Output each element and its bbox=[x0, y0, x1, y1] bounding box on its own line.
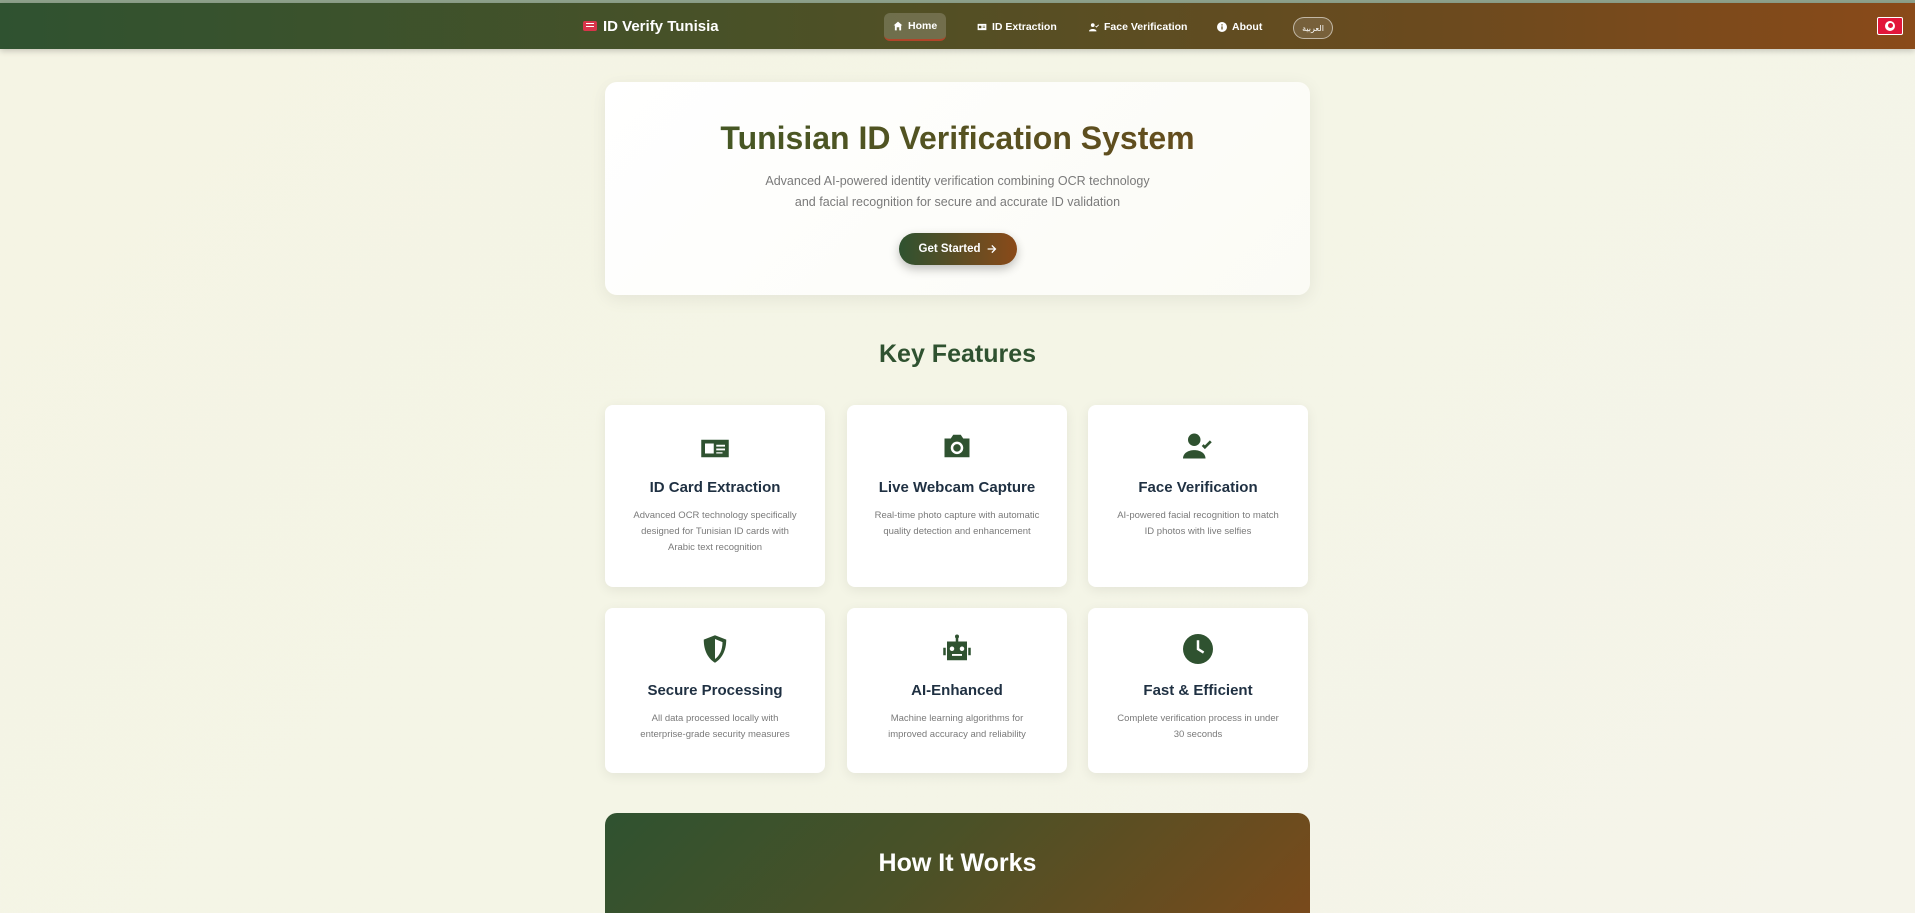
hero-subtitle-line1: Advanced AI-powered identity verificatio… bbox=[765, 174, 1150, 188]
robot-icon bbox=[943, 634, 971, 661]
feature-title: Face Verification bbox=[1138, 479, 1258, 496]
feature-card-fast: Fast & Efficient Complete verification p… bbox=[1088, 608, 1308, 773]
key-features-title: Key Features bbox=[878, 340, 1037, 368]
feature-description: Machine learning algorithms for improved… bbox=[867, 711, 1047, 743]
feature-desc-line: Machine learning algorithms for bbox=[890, 713, 1024, 724]
feature-description: All data processed locally with enterpri… bbox=[625, 711, 805, 743]
hero-subtitle: Advanced AI-powered identity verificatio… bbox=[605, 171, 1310, 213]
feature-card-secure: Secure Processing All data processed loc… bbox=[605, 608, 825, 773]
feature-desc-line: All data processed locally with bbox=[651, 713, 779, 724]
get-started-label: Get Started bbox=[918, 243, 981, 255]
feature-title: AI-Enhanced bbox=[911, 682, 1003, 699]
how-it-works-title: How It Works bbox=[878, 849, 1037, 877]
id-card-icon bbox=[583, 21, 597, 31]
how-it-works-section: How It Works bbox=[605, 813, 1310, 913]
home-icon bbox=[893, 21, 903, 31]
nav-home[interactable]: Home bbox=[884, 13, 947, 41]
tunisia-flag-icon[interactable] bbox=[1877, 17, 1903, 35]
nav-about-label: About bbox=[1232, 21, 1263, 33]
feature-desc-line: Arabic text recognition bbox=[668, 542, 762, 553]
feature-card-webcam: Live Webcam Capture Real-time photo capt… bbox=[847, 405, 1067, 587]
get-started-button[interactable]: Get Started bbox=[898, 233, 1017, 265]
language-toggle-button[interactable]: العربية bbox=[1293, 17, 1333, 39]
feature-desc-line: Complete verification process in under bbox=[1117, 713, 1279, 724]
feature-desc-line: 30 seconds bbox=[1173, 729, 1223, 740]
feature-desc-line: Advanced OCR technology specifically bbox=[633, 510, 797, 521]
shield-icon bbox=[703, 635, 727, 663]
user-check-icon bbox=[1089, 23, 1099, 32]
feature-description: Advanced OCR technology specifically des… bbox=[625, 508, 805, 556]
feature-title: ID Card Extraction bbox=[649, 479, 781, 496]
brand-name: ID Verify Tunisia bbox=[603, 17, 719, 35]
camera-icon bbox=[944, 434, 970, 458]
feature-desc-line: ID photos with live selfies bbox=[1144, 526, 1252, 537]
feature-title: Secure Processing bbox=[647, 682, 783, 699]
feature-desc-line: enterprise-grade security measures bbox=[640, 729, 790, 740]
nav-id-extraction-label: ID Extraction bbox=[992, 21, 1057, 33]
nav-home-label: Home bbox=[908, 20, 938, 32]
nav-about[interactable]: About bbox=[1208, 13, 1271, 41]
feature-card-ai: AI-Enhanced Machine learning algorithms … bbox=[847, 608, 1067, 773]
feature-description: Complete verification process in under 3… bbox=[1108, 711, 1288, 743]
hero-card: Tunisian ID Verification System Advanced… bbox=[605, 82, 1310, 295]
feature-desc-line: designed for Tunisian ID cards with bbox=[641, 526, 789, 537]
nav-face-verification-label: Face Verification bbox=[1104, 21, 1188, 33]
hero-subtitle-line2: and facial recognition for secure and ac… bbox=[794, 195, 1121, 209]
hero-title: Tunisian ID Verification System bbox=[605, 120, 1310, 157]
feature-card-face-verification: Face Verification AI-powered facial reco… bbox=[1088, 405, 1308, 587]
nav-id-extraction[interactable]: ID Extraction bbox=[968, 13, 1066, 41]
clock-icon bbox=[1183, 634, 1213, 664]
id-card-icon bbox=[977, 23, 987, 31]
brand-logo[interactable]: ID Verify Tunisia bbox=[583, 3, 719, 49]
arrow-right-icon bbox=[987, 244, 996, 254]
feature-title: Fast & Efficient bbox=[1143, 682, 1253, 699]
nav-face-verification[interactable]: Face Verification bbox=[1080, 13, 1196, 41]
feature-card-id-extraction: ID Card Extraction Advanced OCR technolo… bbox=[605, 405, 825, 587]
feature-description: AI-powered facial recognition to match I… bbox=[1108, 508, 1288, 540]
info-icon bbox=[1217, 22, 1227, 32]
id-card-icon bbox=[701, 434, 729, 458]
feature-description: Real-time photo capture with automatic q… bbox=[867, 508, 1047, 540]
feature-desc-line: improved accuracy and reliability bbox=[888, 729, 1026, 740]
feature-title: Live Webcam Capture bbox=[878, 479, 1036, 496]
feature-desc-line: Real-time photo capture with automatic bbox=[874, 510, 1040, 521]
navbar: ID Verify Tunisia Home ID Extraction Fac… bbox=[0, 3, 1915, 49]
feature-desc-line: AI-powered facial recognition to match bbox=[1117, 510, 1279, 521]
feature-desc-line: quality detection and enhancement bbox=[883, 526, 1031, 537]
user-check-icon bbox=[1183, 433, 1212, 459]
